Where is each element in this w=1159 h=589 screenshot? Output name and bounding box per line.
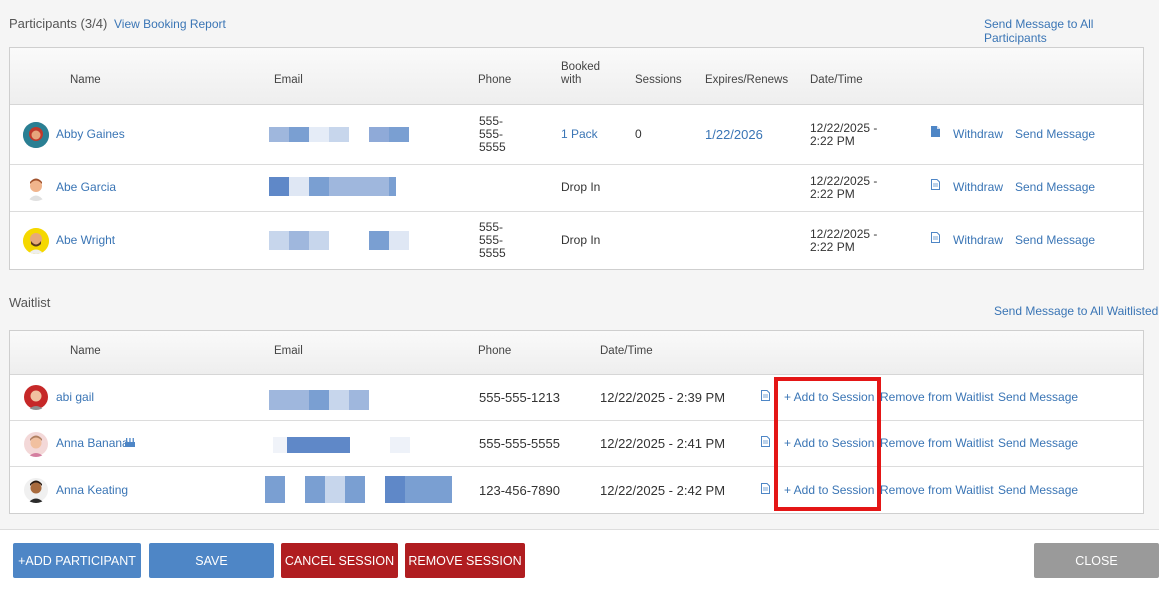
col-sessions: Sessions: [635, 74, 682, 86]
send-message-all-participants-link[interactable]: Send Message to All Participants: [984, 17, 1159, 45]
table-row: Anna Keating 123-456-7890 12/22/2025 - 2…: [10, 467, 1143, 514]
waitlist-datetime: 12/22/2025 - 2:39 PM: [600, 390, 726, 405]
email-redacted: [269, 127, 409, 142]
participant-datetime: 12/22/2025 - 2:22 PM: [810, 121, 878, 148]
doc-icon[interactable]: [931, 179, 940, 190]
doc-icon[interactable]: [931, 232, 940, 243]
send-message-all-waitlisted-link[interactable]: Send Message to All Waitlisted: [994, 304, 1158, 318]
waitlist-name-link[interactable]: Anna Banana: [56, 437, 129, 450]
remove-from-waitlist-link[interactable]: Remove from Waitlist: [880, 437, 994, 450]
email-redacted: [273, 437, 410, 453]
waitlist-name-link[interactable]: abi gail: [56, 391, 94, 404]
col-phone: Phone: [478, 345, 512, 357]
waitlist-name-link[interactable]: Anna Keating: [56, 484, 128, 497]
remove-from-waitlist-link[interactable]: Remove from Waitlist: [880, 484, 994, 497]
participants-title: Participants: [9, 16, 77, 31]
waitlist-title: Waitlist: [9, 295, 51, 310]
participant-name-link[interactable]: Abe Wright: [56, 234, 115, 247]
send-message-link[interactable]: Send Message: [998, 484, 1078, 497]
cancel-session-button[interactable]: CANCEL SESSION: [281, 543, 398, 578]
col-phone: Phone: [478, 74, 512, 86]
col-datetime: Date/Time: [600, 345, 653, 357]
email-redacted: [265, 476, 452, 503]
add-participant-button[interactable]: +ADD PARTICIPANT: [13, 543, 141, 578]
col-booked-with: Booked with: [561, 61, 601, 86]
send-message-link[interactable]: Send Message: [998, 437, 1078, 450]
view-booking-report-link[interactable]: View Booking Report: [114, 17, 226, 31]
send-message-link[interactable]: Send Message: [998, 391, 1078, 404]
col-name: Name: [70, 345, 101, 357]
booked-with: Drop In: [561, 180, 601, 194]
waitlist-datetime: 12/22/2025 - 2:41 PM: [600, 436, 726, 451]
participant-datetime: 12/22/2025 - 2:22 PM: [810, 174, 878, 201]
waitlist-table-header: Name Email Phone Date/Time: [10, 331, 1143, 375]
col-expires: Expires/Renews: [705, 74, 789, 86]
table-row: abi gail 555-555-1213 12/22/2025 - 2:39 …: [10, 375, 1143, 421]
withdraw-link[interactable]: Withdraw: [953, 234, 1003, 247]
table-row: Anna Banana 555-555-5555 12/22/2025 - 2:…: [10, 421, 1143, 467]
table-row: Abe Garcia Drop In 12/22/2025 - 2:22 PM …: [10, 165, 1143, 212]
avatar: [23, 477, 49, 503]
withdraw-link[interactable]: Withdraw: [953, 181, 1003, 194]
avatar: [23, 228, 49, 254]
col-email: Email: [274, 74, 303, 86]
email-redacted: [269, 231, 409, 250]
waitlist-phone: 555-555-5555: [479, 436, 560, 451]
participant-datetime: 12/22/2025 - 2:22 PM: [810, 227, 878, 254]
highlight-box: [774, 377, 881, 511]
remove-from-waitlist-link[interactable]: Remove from Waitlist: [880, 391, 994, 404]
waitlist-datetime: 12/22/2025 - 2:42 PM: [600, 483, 726, 498]
send-message-link[interactable]: Send Message: [1015, 234, 1095, 247]
doc-icon[interactable]: [761, 390, 770, 401]
participants-heading: Participants (3/4): [9, 16, 107, 31]
email-redacted: [269, 390, 369, 410]
withdraw-link[interactable]: Withdraw: [953, 128, 1003, 141]
save-button[interactable]: SAVE: [149, 543, 274, 578]
table-row: Abby Gaines 555- 555- 5555 1 Pack 0 1/22…: [10, 105, 1143, 165]
participant-name-link[interactable]: Abe Garcia: [56, 181, 116, 194]
table-row: Abe Wright 555- 555- 5555 Drop In 12/22/…: [10, 212, 1143, 270]
send-message-link[interactable]: Send Message: [1015, 181, 1095, 194]
participants-table: Name Email Phone Booked with Sessions Ex…: [9, 47, 1144, 270]
booked-with-link[interactable]: 1 Pack: [561, 128, 598, 141]
participants-table-header: Name Email Phone Booked with Sessions Ex…: [10, 48, 1143, 105]
avatar: [23, 431, 49, 457]
expires-link[interactable]: 1/22/2026: [705, 128, 763, 141]
remove-session-button[interactable]: REMOVE SESSION: [405, 543, 525, 578]
sessions-count: 0: [635, 127, 642, 141]
close-button[interactable]: CLOSE: [1034, 543, 1159, 578]
doc-icon[interactable]: [931, 126, 940, 137]
avatar: [23, 384, 49, 410]
participant-name-link[interactable]: Abby Gaines: [56, 128, 125, 141]
doc-icon[interactable]: [761, 483, 770, 494]
participants-count: (3/4): [80, 16, 108, 31]
birthday-cake-icon: [124, 436, 136, 451]
footer-bar: +ADD PARTICIPANT SAVE CANCEL SESSION REM…: [0, 529, 1159, 589]
send-message-link[interactable]: Send Message: [1015, 128, 1095, 141]
col-datetime: Date/Time: [810, 74, 863, 86]
participant-phone: 555- 555- 5555: [479, 220, 506, 260]
waitlist-table: Name Email Phone Date/Time abi gail 555-…: [9, 330, 1144, 514]
avatar: [23, 122, 49, 148]
email-redacted: [269, 177, 396, 196]
col-name: Name: [70, 74, 101, 86]
avatar: [23, 175, 49, 201]
participant-phone: 555- 555- 5555: [479, 114, 506, 154]
waitlist-phone: 123-456-7890: [479, 483, 560, 498]
waitlist-phone: 555-555-1213: [479, 390, 560, 405]
doc-icon[interactable]: [761, 436, 770, 447]
booked-with: Drop In: [561, 233, 601, 247]
col-email: Email: [274, 345, 303, 357]
